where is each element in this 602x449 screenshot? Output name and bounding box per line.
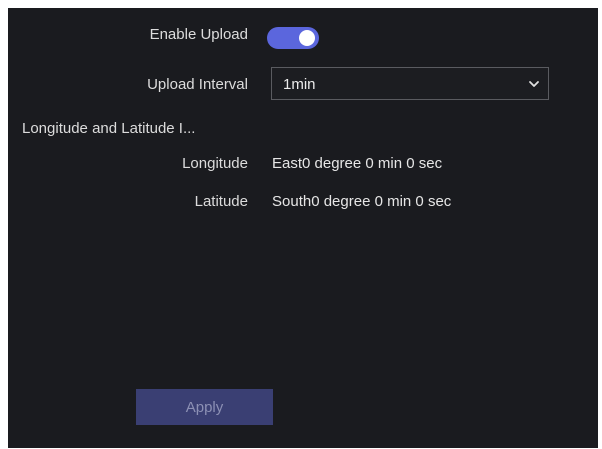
latitude-value: South0 degree 0 min 0 sec [272,193,452,210]
gps-upload-settings-panel: Enable Upload Upload Interval 1min Longi… [8,8,598,448]
apply-button[interactable]: Apply [136,389,273,425]
latitude-label: Latitude [194,193,248,210]
upload-interval-value: 1min [283,76,316,93]
enable-upload-toggle[interactable] [267,27,319,49]
longitude-latitude-section-label: Longitude and Latitude I... [22,120,196,137]
longitude-value: East0 degree 0 min 0 sec [272,155,443,172]
chevron-down-icon [529,81,539,87]
enable-upload-label: Enable Upload [149,26,248,43]
longitude-label: Longitude [182,155,248,172]
upload-interval-select[interactable]: 1min [271,67,549,100]
upload-interval-label: Upload Interval [147,76,248,93]
toggle-knob [299,30,315,46]
